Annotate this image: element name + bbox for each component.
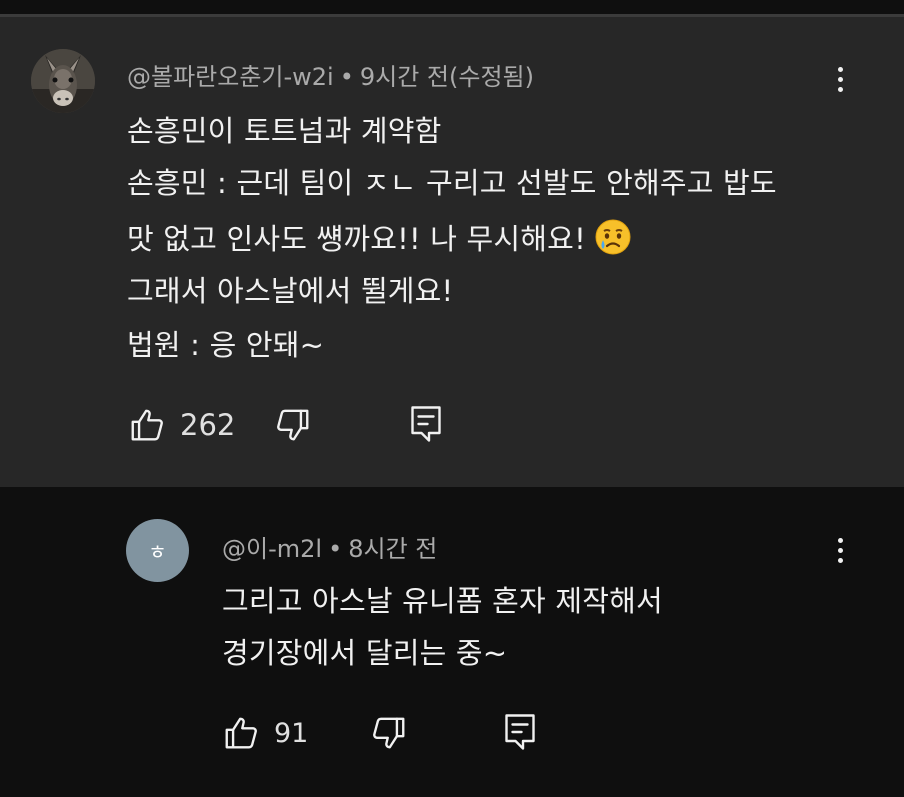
comment-meta: @볼파란오춘기-w2i • 9시간 전(수정됨) [127,57,534,92]
more-options-icon[interactable] [828,59,852,99]
like-icon[interactable] [128,406,166,448]
reply-more-options-icon[interactable] [828,530,852,570]
reply-time: 8시간 전 [348,535,438,563]
reply-like-icon[interactable] [222,714,260,756]
author-avatar[interactable] [31,49,95,113]
comment-line-1: 손흥민이 토트넘과 계약함 [127,114,442,148]
comment-line-5: 법원 : 응 안돼~ [127,328,325,362]
comment-line-3-text: 맛 없고 인사도 썡까요!! 나 무시해요! [127,222,586,256]
reply-dislike-icon[interactable] [370,714,408,756]
crying-face-icon [595,219,631,262]
reply-author-avatar[interactable]: ㅎ [126,519,189,582]
meta-separator: • [339,63,354,91]
donkey-avatar-image [31,49,95,113]
comment-line-3: 맛 없고 인사도 썡까요!! 나 무시해요! [127,216,631,262]
comment-line-2: 손흥민 : 근데 팀이 ㅈㄴ 구리고 선발도 안해주고 밥도 [127,166,777,200]
comment-time: 9시간 전(수정됨) [359,63,534,91]
reply-line-2: 경기장에서 달리는 중~ [222,636,508,670]
comment-line-4: 그래서 아스날에서 뛸게요! [127,274,454,308]
reply-line-1: 그리고 아스날 유니폼 혼자 제작해서 [222,584,663,618]
like-count: 262 [180,408,236,442]
reply-reply-icon[interactable] [502,712,538,756]
reply-author-name[interactable]: @이-m2l [222,535,322,563]
reply-meta: @이-m2l • 8시간 전 [222,529,437,564]
dislike-icon[interactable] [274,406,312,448]
top-strip [0,0,904,14]
reply-icon[interactable] [408,404,444,448]
reply-meta-separator: • [328,535,343,563]
author-name[interactable]: @볼파란오춘기-w2i [127,63,334,91]
reply-like-count: 91 [274,718,309,749]
